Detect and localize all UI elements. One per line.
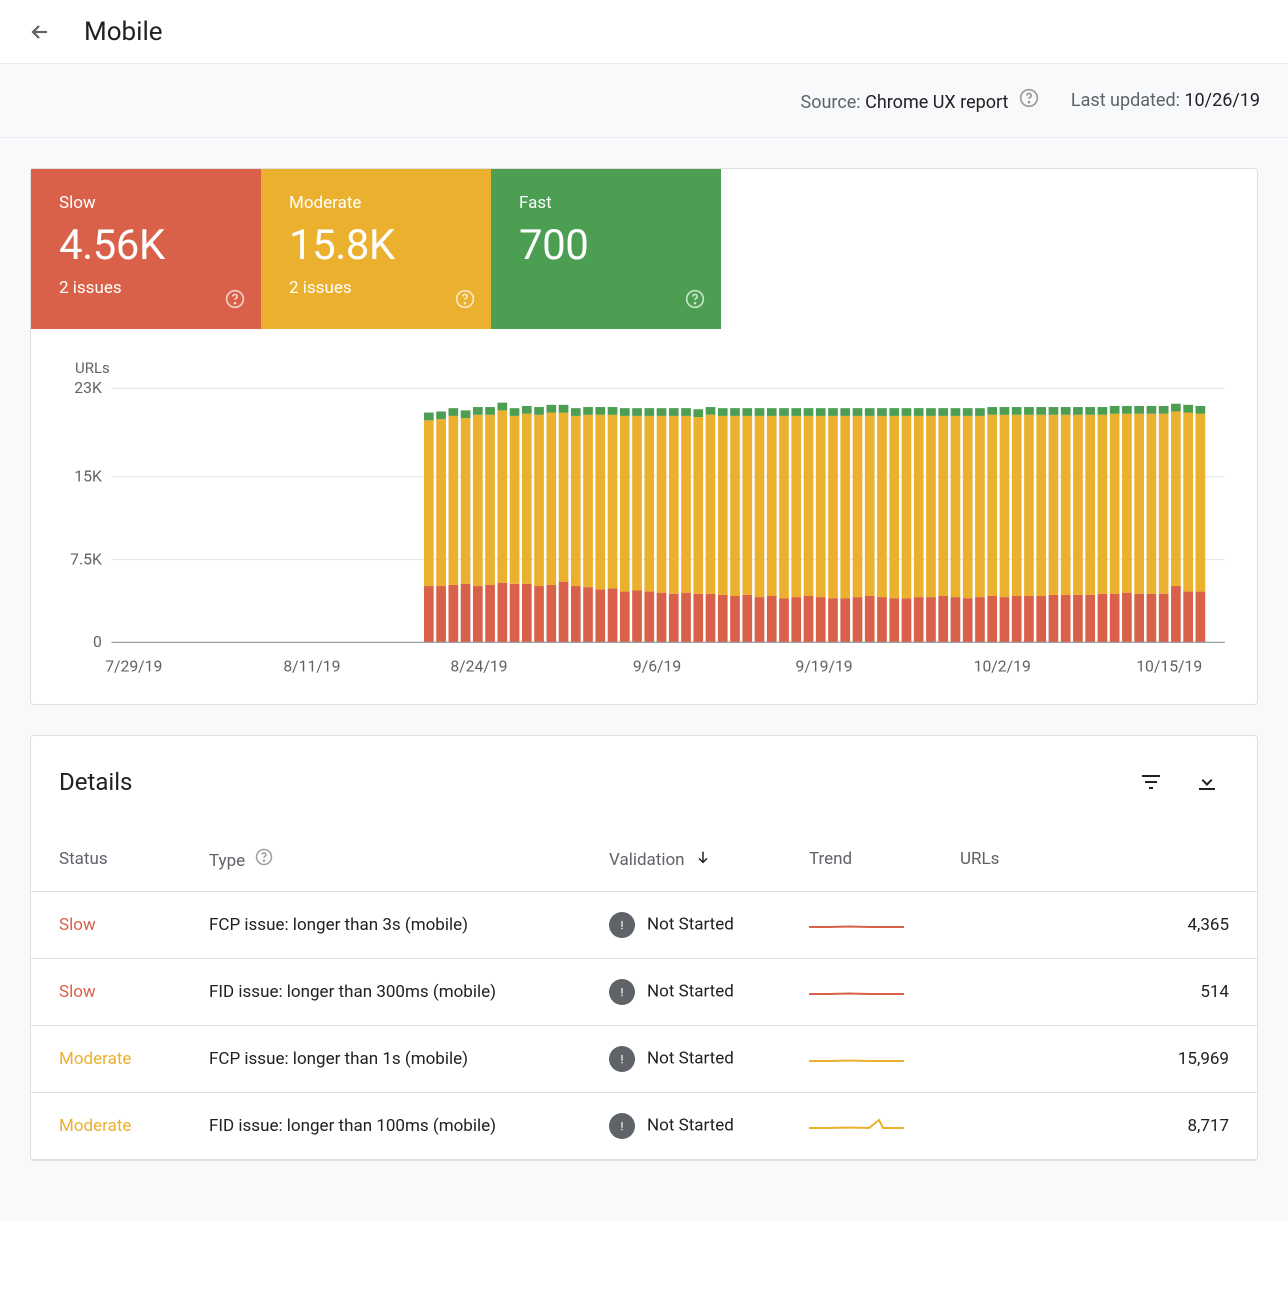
trend-sparkline: [781, 1025, 932, 1092]
table-row[interactable]: Moderate FID issue: longer than 100ms (m…: [31, 1092, 1257, 1159]
topbar: Mobile: [0, 0, 1288, 64]
details-title: Details: [59, 768, 1117, 796]
summary-slow-issues: 2 issues: [59, 278, 233, 298]
table-row[interactable]: Slow FCP issue: longer than 3s (mobile) …: [31, 891, 1257, 958]
svg-text:0: 0: [93, 632, 102, 651]
summary-moderate[interactable]: Moderate 15.8K 2 issues: [261, 169, 491, 329]
issue-type: FCP issue: longer than 3s (mobile): [181, 891, 581, 958]
status-badge: Slow: [59, 982, 96, 1002]
col-trend[interactable]: Trend: [781, 828, 932, 892]
details-header: Details: [31, 736, 1257, 828]
svg-text:8/11/19: 8/11/19: [283, 656, 340, 675]
help-icon[interactable]: [685, 289, 705, 313]
trend-sparkline: [781, 1092, 932, 1159]
table-row[interactable]: Moderate FCP issue: longer than 1s (mobi…: [31, 1025, 1257, 1092]
source-label: Source:: [801, 92, 861, 113]
summary-fast-label: Fast: [519, 193, 693, 213]
validation-cell: Not Started: [581, 891, 781, 958]
url-count: 514: [932, 958, 1257, 1025]
back-button[interactable]: [16, 8, 64, 56]
issue-type: FID issue: longer than 100ms (mobile): [181, 1092, 581, 1159]
validation-cell: Not Started: [581, 1092, 781, 1159]
details-table: Status Type Validation Trend U: [31, 828, 1257, 1160]
col-validation-label: Validation: [609, 850, 685, 870]
sort-down-icon: [695, 850, 711, 870]
issue-type: FCP issue: longer than 1s (mobile): [181, 1025, 581, 1092]
issue-type: FID issue: longer than 300ms (mobile): [181, 958, 581, 1025]
svg-text:10/15/19: 10/15/19: [1136, 656, 1202, 675]
warning-icon: [609, 979, 635, 1005]
summary-moderate-value: 15.8K: [289, 221, 463, 270]
warning-icon: [609, 1046, 635, 1072]
arrow-left-icon: [28, 20, 52, 44]
status-badge: Moderate: [59, 1116, 131, 1136]
help-icon[interactable]: [255, 848, 273, 866]
url-trend-chart: 0 7.5K 15K 23K 7/29/19 8/11/19 8/24/19 9/6/19 9/…: [51, 381, 1237, 684]
summary-fast-value: 700: [519, 221, 693, 270]
page-title: Mobile: [84, 17, 163, 47]
trend-sparkline: [781, 891, 932, 958]
url-count: 15,969: [932, 1025, 1257, 1092]
source-value: Chrome UX report: [865, 92, 1008, 113]
summary-moderate-issues: 2 issues: [289, 278, 463, 298]
validation-cell: Not Started: [581, 1025, 781, 1092]
svg-text:8/24/19: 8/24/19: [450, 656, 507, 675]
summary-fast[interactable]: Fast 700: [491, 169, 721, 329]
help-icon[interactable]: [225, 289, 245, 313]
trend-sparkline: [781, 958, 932, 1025]
col-status[interactable]: Status: [31, 828, 181, 892]
chart-ylabel: URLs: [75, 359, 1237, 377]
svg-text:10/2/19: 10/2/19: [974, 656, 1031, 675]
url-count: 4,365: [932, 891, 1257, 958]
status-badge: Moderate: [59, 1049, 131, 1069]
summary-moderate-label: Moderate: [289, 193, 463, 213]
col-urls[interactable]: URLs: [932, 828, 1257, 892]
url-count: 8,717: [932, 1092, 1257, 1159]
chart-card: Slow 4.56K 2 issues Moderate 15.8K 2 iss…: [30, 168, 1258, 705]
download-button[interactable]: [1185, 760, 1229, 804]
validation-cell: Not Started: [581, 958, 781, 1025]
content: Slow 4.56K 2 issues Moderate 15.8K 2 iss…: [0, 138, 1288, 1221]
source-info: Source: Chrome UX report: [801, 88, 1039, 113]
updated-info: Last updated: 10/26/19: [1071, 90, 1260, 111]
status-badge: Slow: [59, 915, 96, 935]
col-type[interactable]: Type: [181, 828, 581, 892]
download-icon: [1195, 770, 1219, 794]
warning-icon: [609, 1113, 635, 1139]
warning-icon: [609, 912, 635, 938]
summary-slow-value: 4.56K: [59, 221, 233, 270]
summary-slow-label: Slow: [59, 193, 233, 213]
filter-button[interactable]: [1129, 760, 1173, 804]
svg-text:23K: 23K: [74, 381, 102, 397]
filter-icon: [1139, 770, 1163, 794]
summary-row: Slow 4.56K 2 issues Moderate 15.8K 2 iss…: [31, 169, 1257, 329]
updated-label: Last updated:: [1071, 90, 1180, 111]
col-type-label: Type: [209, 851, 245, 871]
svg-text:9/19/19: 9/19/19: [795, 656, 852, 675]
help-icon[interactable]: [455, 289, 475, 313]
svg-text:9/6/19: 9/6/19: [633, 656, 681, 675]
meta-bar: Source: Chrome UX report Last updated: 1…: [0, 64, 1288, 138]
svg-text:7/29/19: 7/29/19: [105, 656, 162, 675]
svg-text:7.5K: 7.5K: [70, 549, 102, 568]
table-row[interactable]: Slow FID issue: longer than 300ms (mobil…: [31, 958, 1257, 1025]
summary-slow[interactable]: Slow 4.56K 2 issues: [31, 169, 261, 329]
details-card: Details Status Type: [30, 735, 1258, 1161]
chart-area: URLs 0 7.5K 15K 23K 7/29/19 8/11/19 8/24/19 9/6…: [31, 329, 1257, 704]
help-icon[interactable]: [1019, 88, 1039, 108]
col-validation[interactable]: Validation: [581, 828, 781, 892]
updated-value: 10/26/19: [1184, 90, 1260, 111]
svg-text:15K: 15K: [74, 466, 102, 485]
